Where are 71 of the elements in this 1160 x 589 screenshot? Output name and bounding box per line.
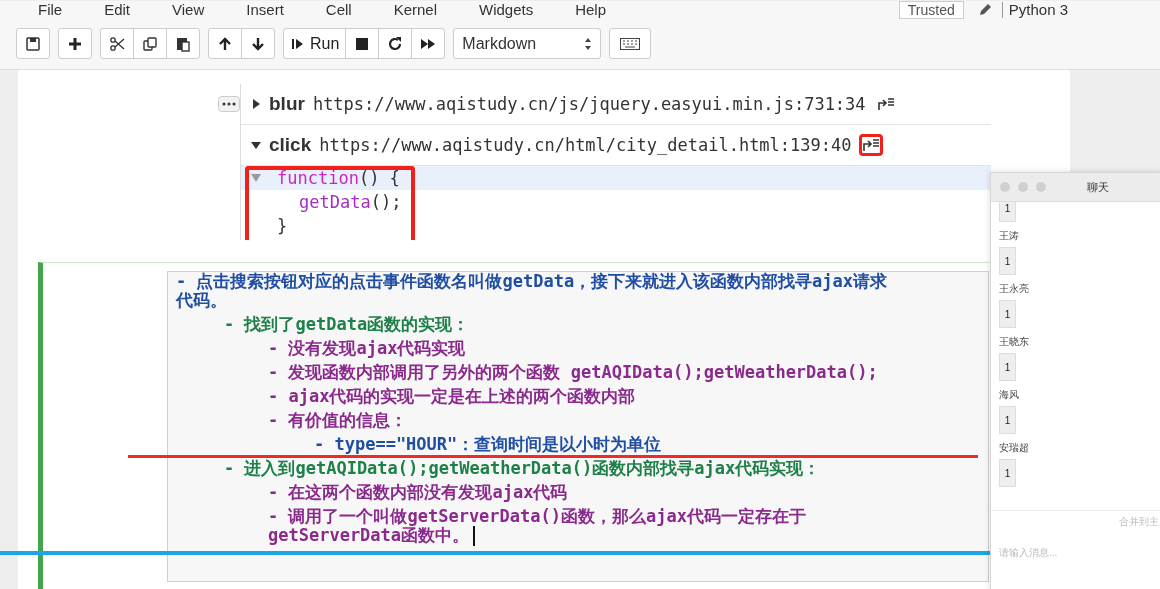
message-bubble: 1 [999,247,1016,275]
copy-icon [142,35,158,52]
code-line: getData(); [298,191,403,214]
restart-button[interactable] [378,28,413,59]
down-arrow-icon [250,35,266,52]
paste-button[interactable] [166,28,200,59]
down-arrow-button[interactable] [241,28,275,59]
sender-name: 王晓东 [999,335,1029,349]
markdown-line: - 发现函数内部调用了另外的两个函数 getAQIData();getWeatherData(); [267,363,879,382]
event-name: click [269,134,312,156]
keyboard-button[interactable] [609,28,652,59]
fast-forward-button[interactable] [411,28,446,59]
markdown-line: - 进入到getAQIData();getWeatherData()函数内部找寻ajax代码实现： [223,459,822,478]
markdown-line: - 在这两个函数内部没有发现ajax代码 [267,483,569,502]
markdown-line: - type=="HOUR"：查询时间是以小时为单位 [313,435,663,454]
markdown-line: - 没有发现ajax代码实现 [267,339,467,358]
save-button[interactable] [16,28,50,59]
sender-name: 海风 [999,388,1019,402]
markdown-line: - 有价值的信息： [267,411,409,430]
window-title: 聊天 [1087,179,1109,195]
code-line: } [276,215,289,238]
expand-triangle-icon[interactable] [251,99,261,109]
scissors-button[interactable] [100,28,134,59]
markdown-line: - 调用了一个叫做getServerData()函数，那么ajax代码一定存在于getServerData函数中。 [267,507,807,546]
kernel-name[interactable]: Python 3 [1001,2,1068,18]
keyboard-icon [620,37,641,50]
markdown-line: - 找到了getData函数的实现： [223,315,471,334]
menu-item[interactable]: View [172,2,205,18]
message-bubble: 1 [999,300,1016,328]
menu-item[interactable]: Edit [104,2,131,18]
plus-button[interactable] [58,28,92,59]
trusted-indicator[interactable]: Trusted [898,1,964,19]
collapse-triangle-icon[interactable] [251,140,261,150]
sender-name: 安瑞超 [999,441,1029,455]
menu-item[interactable]: Insert [246,2,284,18]
menu-item[interactable]: Widgets [479,2,534,18]
sender-name: 王涛 [999,229,1019,243]
stop-icon [354,35,371,52]
stop-button[interactable] [345,28,380,59]
reveal-icon [862,138,881,152]
updown-caret-icon [584,36,593,51]
run-button[interactable]: Run [283,28,347,59]
up-arrow-button[interactable] [208,28,242,59]
plus-icon [67,35,83,52]
pencil-icon[interactable] [977,3,992,17]
menu-item[interactable]: File [38,2,63,18]
source-link[interactable]: https://www.aqistudy.cn/html/city_detail.html:139:40 [319,135,852,155]
markdown-line: - 点击搜索按钮对应的点击事件函数名叫做getData，接下来就进入该函数内部找寻ajax请求代码。 [176,272,889,310]
save-icon [25,35,41,52]
menu-item[interactable]: Help [575,2,607,18]
ellipsis-icon[interactable] [218,96,240,112]
text-cursor [473,526,476,546]
message-bubble: 1 [999,406,1016,434]
menu-item[interactable]: Cell [325,2,352,18]
up-arrow-icon [217,35,233,52]
copy-button[interactable] [133,28,167,59]
message-bubble: 1 [999,353,1016,381]
markdown-editor[interactable] [167,271,989,582]
cell-type-dropdown[interactable]: Markdown [453,28,602,59]
sender-name: 王永亮 [999,282,1029,296]
message-bubble: 1 [999,459,1016,487]
restart-icon [387,35,404,52]
message-input[interactable]: 请输入消息... [991,537,1160,568]
event-name: blur [269,93,305,115]
paste-icon [175,35,191,52]
markdown-line: - ajax代码的实现一定是在上述的两个函数内部 [267,387,637,406]
source-link[interactable]: https://www.aqistudy.cn/js/jquery.easyui.min.js:731:34 [312,94,866,114]
reveal-function-button[interactable] [859,134,884,156]
menu-item[interactable]: Kernel [393,2,437,18]
scissors-icon [109,35,125,52]
reveal-icon [876,97,895,111]
